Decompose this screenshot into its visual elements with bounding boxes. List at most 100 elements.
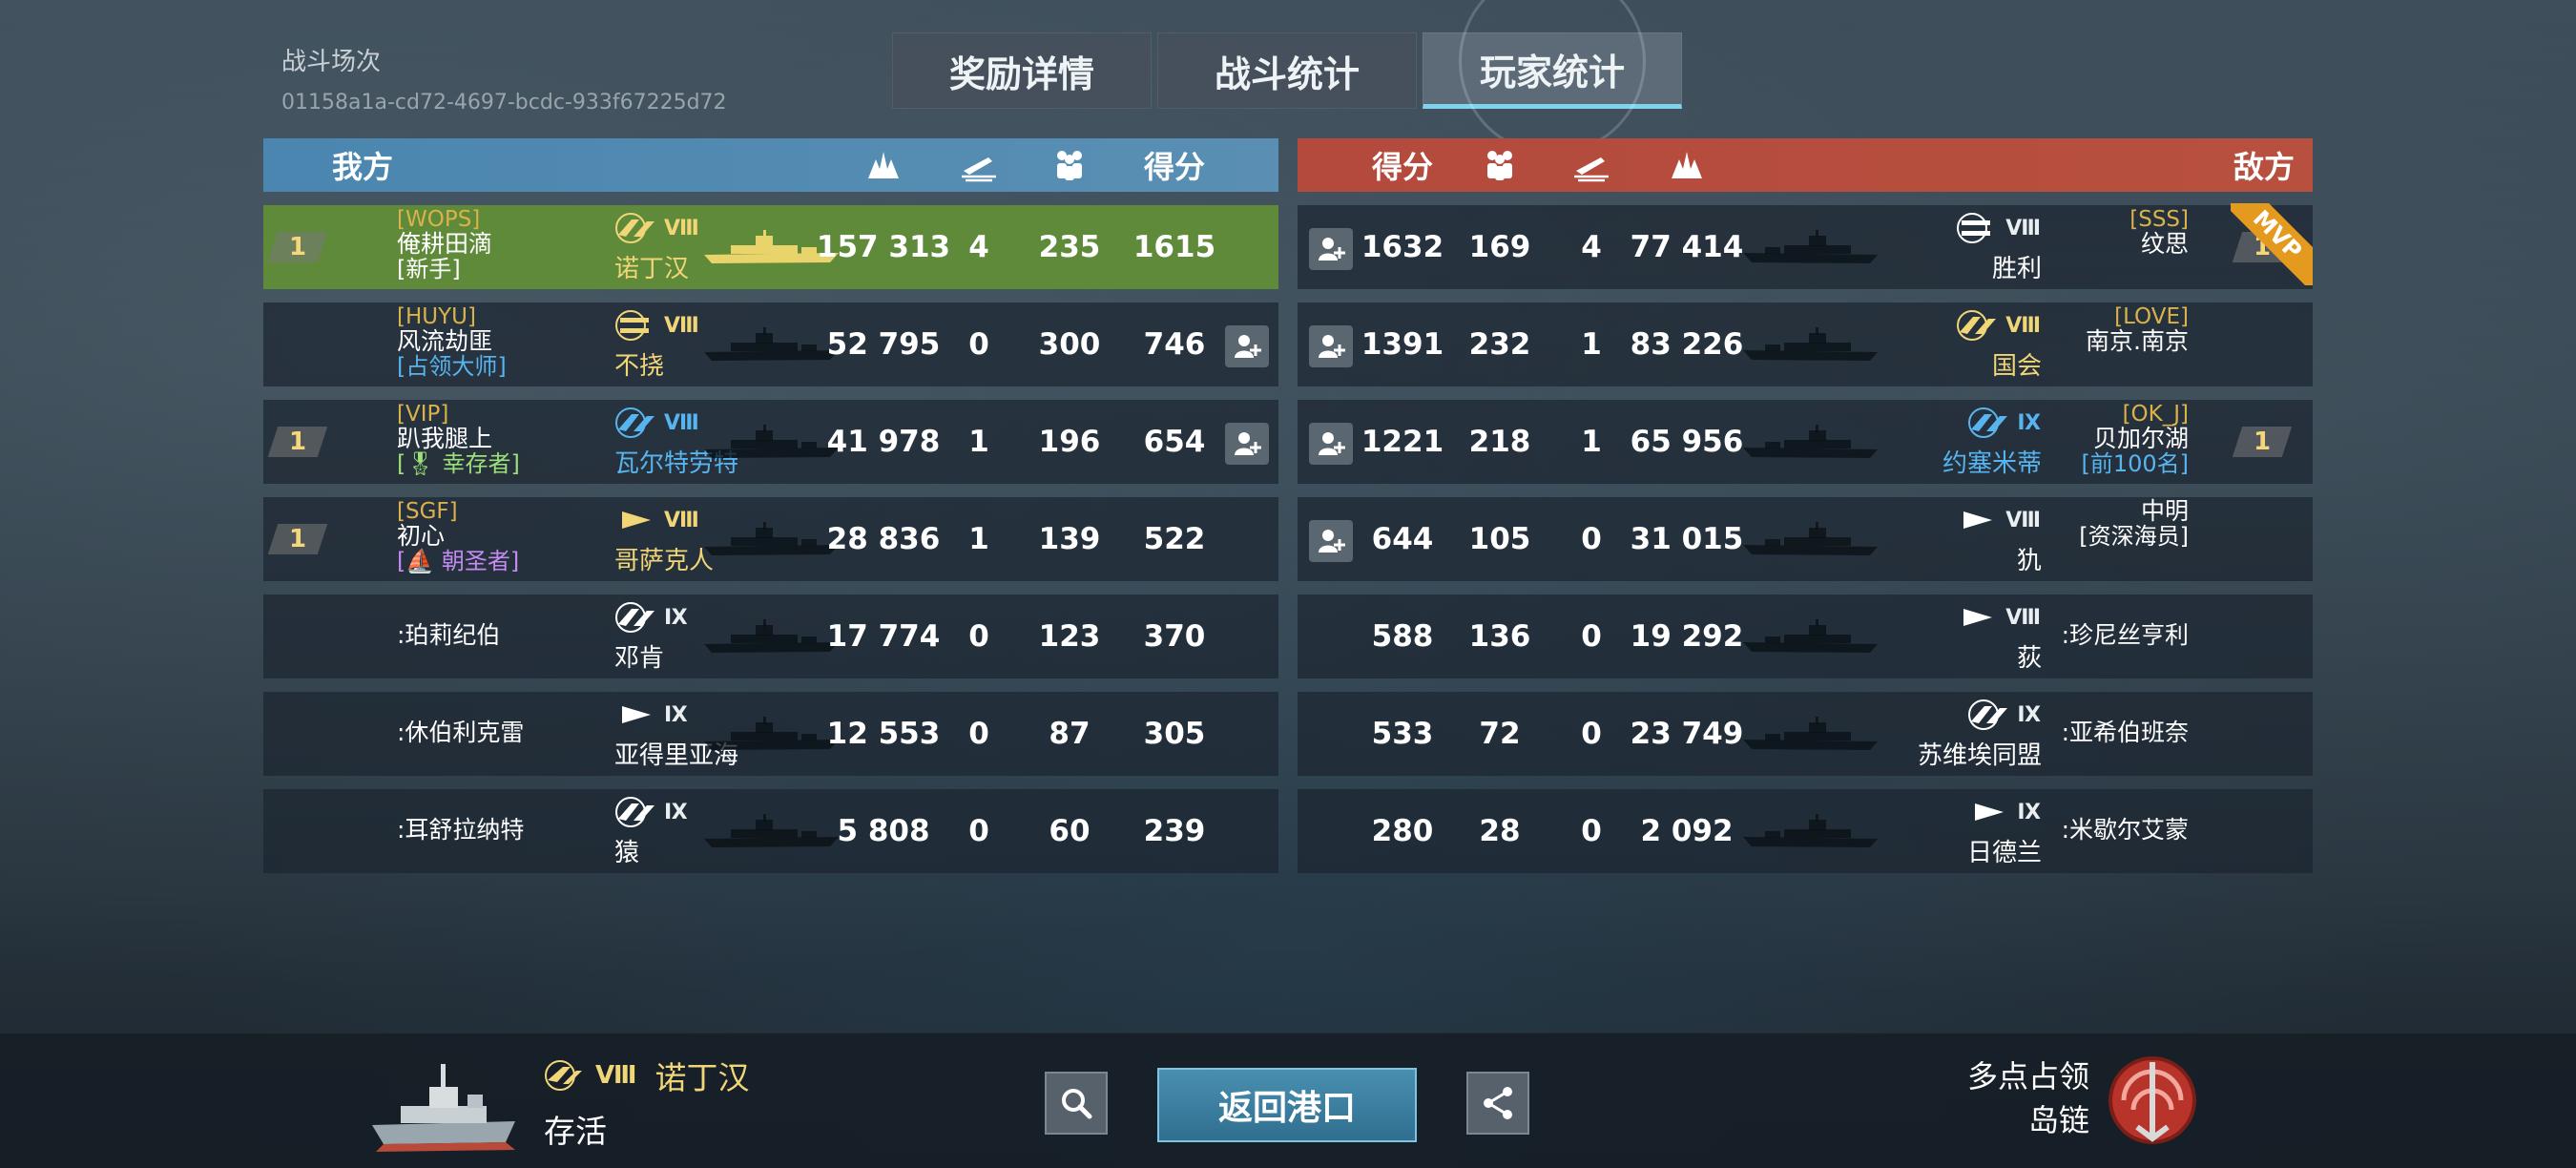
player-name[interactable]: 风流劫匪 bbox=[397, 329, 507, 354]
player-row[interactable]: :珀莉纪伯 Ⅸ 邓肯 17 774 0 123 370 bbox=[263, 594, 1278, 678]
ship-name: 荻 bbox=[2016, 644, 2042, 673]
add-friend-button[interactable] bbox=[1225, 423, 1269, 465]
player-name[interactable]: 初心 bbox=[397, 524, 519, 549]
ship-info: Ⅸ 邓肯 bbox=[614, 598, 689, 674]
player-row[interactable]: 644 105 0 31 015 Ⅷ 犰中明 [资深海员] bbox=[1298, 497, 2313, 581]
player-row[interactable]: 1 [WOPS] 俺耕田滴 [新手] Ⅷ 诺丁汉 157 313 4 235 1615 bbox=[263, 205, 1278, 289]
player-ship-image bbox=[363, 1051, 525, 1156]
score-value: 239 bbox=[1143, 814, 1206, 848]
add-friend-button[interactable] bbox=[1309, 325, 1353, 367]
rank-value: 1 bbox=[288, 525, 307, 553]
battle-info: 战斗场次 01158a1a-cd72-4697-bcdc-933f67225d7… bbox=[281, 42, 727, 115]
ship-name: 胜利 bbox=[1991, 255, 2042, 283]
kills-value: 1 bbox=[968, 425, 989, 459]
kills-value: 1 bbox=[1581, 327, 1602, 362]
search-button[interactable] bbox=[1045, 1072, 1108, 1135]
kills-value: 0 bbox=[968, 814, 989, 848]
player-name[interactable]: 俺耕田滴 bbox=[397, 232, 492, 257]
player-row[interactable]: 280 28 0 2 092 Ⅸ 日德兰:米歇尔艾蒙 bbox=[1298, 789, 2313, 873]
player-row[interactable]: [HUYU] 风流劫匪 [占领大师] Ⅷ 不挠 52 795 0 300 746 bbox=[263, 302, 1278, 386]
player-row[interactable]: 1221 218 1 65 956 Ⅸ 约塞米蒂 [OK_J] 贝加尔湖 [前100名] 1 bbox=[1298, 400, 2313, 484]
player-row[interactable]: 1 [VIP] 趴我腿上 [🎖 幸存者] Ⅷ 瓦尔特劳特 41 978 1 196 654 bbox=[263, 400, 1278, 484]
clan-tag: [SSS] bbox=[2129, 207, 2189, 232]
ship-info: Ⅷ 胜利 bbox=[1870, 209, 2042, 284]
score-value: 1615 bbox=[1132, 230, 1216, 264]
tab-player-stats[interactable]: 玩家统计 bbox=[1423, 32, 1682, 109]
damage-value: 28 836 bbox=[826, 522, 941, 556]
map-name: 岛链 bbox=[2027, 1102, 2089, 1138]
cruiser-class-icon bbox=[614, 407, 660, 439]
rank-badge: 1 bbox=[267, 427, 328, 457]
player-row[interactable]: 533 72 0 23 749 Ⅸ 苏维埃同盟:亚希伯班奈 bbox=[1298, 692, 2313, 776]
ship-name: 邓肯 bbox=[614, 644, 665, 673]
score-value: 654 bbox=[1143, 425, 1206, 459]
score-header: 得分 bbox=[1371, 149, 1433, 185]
player-name[interactable]: :亚希伯班奈 bbox=[2062, 720, 2189, 745]
tab-bar: 奖励详情 战斗统计 玩家统计 bbox=[892, 32, 1682, 109]
damage-value: 157 313 bbox=[816, 230, 951, 264]
player-row[interactable]: 1632 169 4 77 414 Ⅷ 胜利 [SSS] 纹思 1 MVP bbox=[1298, 203, 2313, 289]
capture-value: 235 bbox=[1038, 230, 1101, 264]
player-row[interactable]: 1391 232 1 83 226 Ⅷ 国会 [LOVE] 南京.南京 bbox=[1298, 302, 2313, 386]
add-friend-button[interactable] bbox=[1309, 228, 1353, 270]
player-row[interactable]: 588 136 0 19 292 Ⅷ 荻:珍尼丝亨利 bbox=[1298, 594, 2313, 678]
damage-value: 17 774 bbox=[826, 619, 941, 654]
player-name[interactable]: 贝加尔湖 bbox=[2081, 427, 2189, 451]
ship-info: Ⅷ荻 bbox=[1870, 598, 2042, 674]
player-name[interactable]: :珍尼丝亨利 bbox=[2062, 623, 2189, 648]
player-name[interactable]: :米歇尔艾蒙 bbox=[2062, 818, 2189, 843]
kills-value: 0 bbox=[1581, 814, 1602, 848]
player-name[interactable]: :耳舒拉纳特 bbox=[397, 818, 524, 843]
player-name[interactable]: 南京.南京 bbox=[2086, 329, 2189, 354]
domination-mode-icon bbox=[2095, 1043, 2210, 1158]
rank-value: 1 bbox=[288, 428, 307, 456]
player-row[interactable]: 1 [SGF] 初心 [⛵ 朝圣者] Ⅷ 哥萨克人 28 836 1 139 522 bbox=[263, 497, 1278, 581]
destroyer-class-icon bbox=[614, 504, 660, 536]
player-name[interactable]: 中明 bbox=[2079, 499, 2189, 524]
ship-name: 猿 bbox=[614, 839, 640, 867]
player-name-block: :亚希伯班奈 bbox=[2062, 720, 2189, 745]
damage-value: 2 092 bbox=[1640, 814, 1734, 848]
damage-value: 83 226 bbox=[1630, 327, 1744, 362]
mvp-label: MVP bbox=[2231, 203, 2313, 285]
add-friend-button[interactable] bbox=[1309, 520, 1353, 562]
ship-name: 国会 bbox=[1991, 352, 2042, 381]
rank-value: 1 bbox=[288, 233, 307, 261]
add-friend-icon bbox=[1319, 238, 1345, 261]
sink-icon bbox=[955, 138, 1003, 192]
kills-value: 0 bbox=[1581, 619, 1602, 654]
player-name-block: [SGF] 初心 [⛵ 朝圣者] bbox=[397, 499, 519, 574]
player-name[interactable]: :珀莉纪伯 bbox=[397, 623, 500, 648]
player-name-block: [VIP] 趴我腿上 [🎖 幸存者] bbox=[397, 402, 520, 476]
add-friend-button[interactable] bbox=[1225, 325, 1269, 367]
kills-value: 4 bbox=[968, 230, 989, 264]
player-name-block: 中明 [资深海员] bbox=[2079, 499, 2189, 550]
score-value: 1391 bbox=[1361, 327, 1444, 362]
mode-name: 多点占领 bbox=[1966, 1058, 2089, 1095]
player-row[interactable]: :休伯利克雷 Ⅸ 亚得里亚海 12 553 0 87 305 bbox=[263, 692, 1278, 776]
player-name[interactable]: 趴我腿上 bbox=[397, 427, 520, 451]
ship-tier: Ⅷ bbox=[664, 410, 700, 435]
add-friend-button[interactable] bbox=[1309, 423, 1353, 465]
player-name-block: :米歇尔艾蒙 bbox=[2062, 818, 2189, 843]
player-title: [⛵ 朝圣者] bbox=[397, 548, 520, 574]
ship-tier: Ⅸ bbox=[664, 702, 689, 727]
tab-rewards[interactable]: 奖励详情 bbox=[892, 32, 1152, 109]
ship-tier: Ⅷ bbox=[664, 508, 700, 532]
player-title: [新手] bbox=[397, 256, 461, 282]
player-name[interactable]: :休伯利克雷 bbox=[397, 720, 524, 745]
ship-info: Ⅷ犰 bbox=[1870, 501, 2042, 576]
player-name[interactable]: 纹思 bbox=[2129, 232, 2189, 257]
player-row[interactable]: :耳舒拉纳特 Ⅸ 猿 5 808 0 60 239 bbox=[263, 789, 1278, 873]
tab-battle-stats[interactable]: 战斗统计 bbox=[1157, 32, 1417, 109]
kills-value: 0 bbox=[1581, 522, 1602, 556]
return-to-port-button[interactable]: 返回港口 bbox=[1157, 1068, 1417, 1142]
ship-silhouette bbox=[1741, 230, 1880, 268]
damage-value: 12 553 bbox=[826, 717, 941, 751]
ship-name: 苏维埃同盟 bbox=[1917, 741, 2042, 770]
ship-info: Ⅷ 国会 bbox=[1870, 306, 2042, 382]
add-friend-icon bbox=[1319, 530, 1345, 553]
ship-tier: Ⅸ bbox=[2017, 702, 2042, 727]
capture-value: 300 bbox=[1038, 327, 1101, 362]
share-button[interactable] bbox=[1466, 1072, 1529, 1135]
